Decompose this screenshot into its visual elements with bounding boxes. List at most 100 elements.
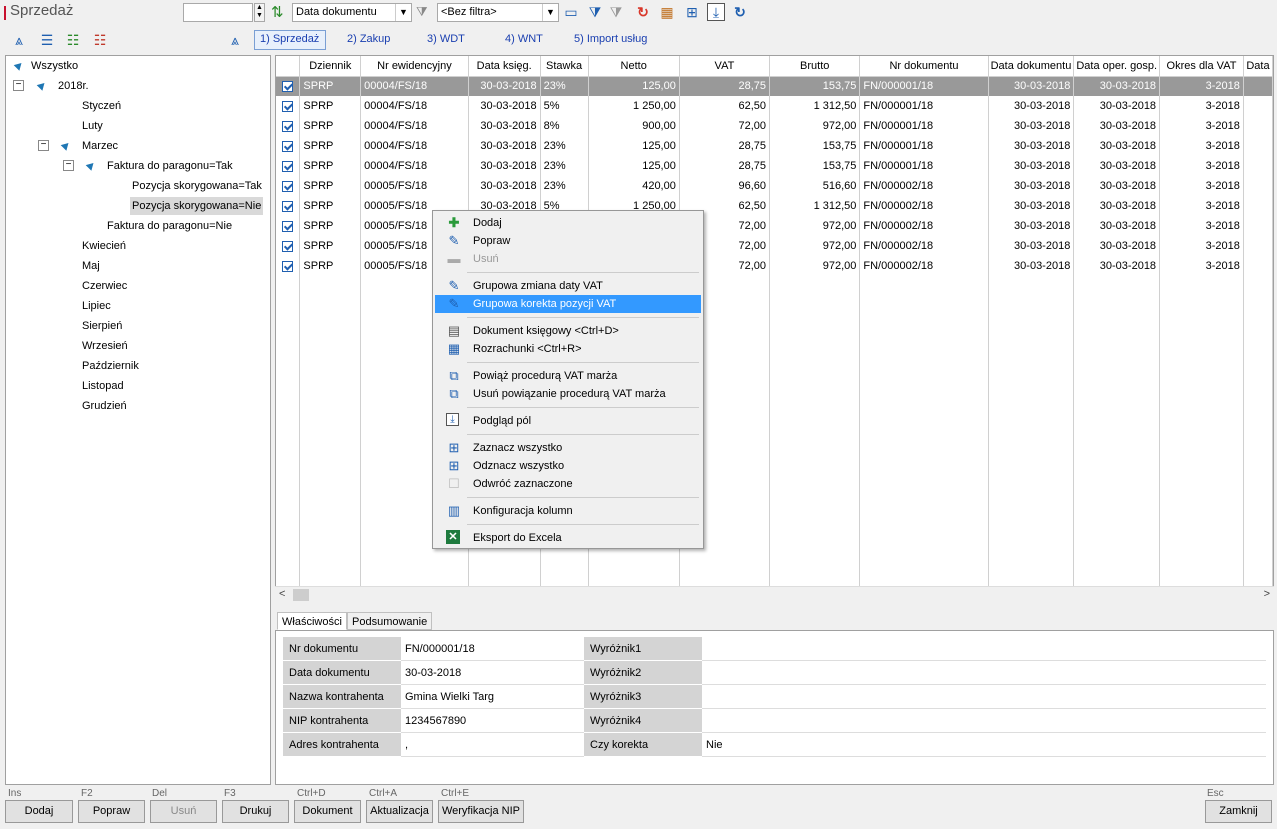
month-icon[interactable]: ⩓ (226, 31, 244, 49)
records-grid[interactable]: Dziennik Nr ewidencyjny Data księg. Stawka N… (275, 55, 1274, 603)
filter-off-icon[interactable]: ⧩ (607, 3, 625, 21)
dodaj-button[interactable]: Dodaj (5, 800, 73, 823)
sort-field-select[interactable]: Data dokumentu ▼ (292, 3, 412, 22)
menu-item-odznacz-wszystko[interactable]: ⊞ Odznacz wszystko (435, 457, 701, 475)
tree-month[interactable]: Maj (82, 257, 100, 275)
tree-node-paragon-tak[interactable]: Faktura do paragonu=Tak (107, 157, 233, 175)
column-header[interactable]: Data dokumentu (988, 56, 1075, 77)
checkbox-checked-icon[interactable] (282, 80, 294, 92)
tree-month[interactable]: Grudzień (82, 397, 127, 415)
tab-wlasciwosci[interactable]: Właściwości (277, 612, 347, 630)
checkbox-checked-icon[interactable] (282, 240, 294, 252)
scroll-thumb[interactable] (293, 589, 309, 601)
zamknij-button[interactable]: Zamknij (1205, 800, 1272, 823)
usun-button[interactable]: Usuń (150, 800, 217, 823)
menu-item-usun[interactable]: ▬ Usuń (435, 250, 701, 268)
menu-item-grupowa-korekta[interactable]: ✎ Grupowa korekta pozycji VAT (435, 295, 701, 313)
tab-import-uslug[interactable]: 5) Import usług (574, 33, 647, 45)
scroll-right-icon[interactable]: > (1264, 588, 1270, 600)
row-checkbox-cell[interactable] (276, 76, 301, 96)
expand-all-icon[interactable]: ☰ (38, 31, 56, 49)
horizontal-scrollbar[interactable]: < > (275, 586, 1274, 603)
row-checkbox-cell[interactable] (276, 96, 301, 116)
row-checkbox-cell[interactable] (276, 196, 301, 216)
tree-month[interactable]: Luty (82, 117, 103, 135)
menu-item-dokument-ksiegowy[interactable]: ▤ Dokument księgowy <Ctrl+D> (435, 322, 701, 340)
field-preview-icon[interactable]: ⤓ (707, 3, 725, 21)
table-row[interactable]: SPRP 00005/FS/18 72,00 972,00 FN/000002/18 30… (276, 256, 1273, 276)
tree-month[interactable]: Kwiecień (82, 237, 126, 255)
collapse-icon[interactable]: − (63, 160, 74, 171)
tree-month[interactable]: Marzec (82, 137, 118, 155)
table-row[interactable]: SPRP 00004/FS/18 30-03-2018 5% 1 250,00 62,50… (276, 96, 1273, 116)
tree-month[interactable]: Czerwiec (82, 277, 127, 295)
tree-month[interactable]: Listopad (82, 377, 124, 395)
row-checkbox-cell[interactable] (276, 216, 301, 236)
checkbox-checked-icon[interactable] (282, 260, 294, 272)
checkbox-checked-icon[interactable] (282, 160, 294, 172)
tree-month[interactable]: Lipiec (82, 297, 111, 315)
collapse-icon[interactable]: − (38, 140, 49, 151)
spinner-button[interactable]: ▲ ▼ (254, 3, 265, 22)
dokument-button[interactable]: Dokument (294, 800, 361, 823)
tab-podsumowanie[interactable]: Podsumowanie (347, 612, 433, 630)
tree-month[interactable]: Październik (82, 357, 139, 375)
menu-item-konfiguracja-kolumn[interactable]: ▥ Konfiguracja kolumn (435, 502, 701, 520)
table-row[interactable]: SPRP 00004/FS/18 30-03-2018 23% 125,00 28,75 1… (276, 136, 1273, 156)
row-checkbox-cell[interactable] (276, 176, 301, 196)
column-header[interactable]: Nr dokumentu (859, 56, 989, 77)
tab-sprzedaz[interactable]: 1) Sprzedaż (260, 33, 319, 45)
table-row[interactable]: SPRP 00005/FS/18 72,00 972,00 FN/000002/18 30… (276, 236, 1273, 256)
checkbox-checked-icon[interactable] (282, 100, 294, 112)
column-header[interactable]: Dziennik (299, 56, 362, 77)
tab-zakup[interactable]: 2) Zakup (347, 33, 390, 45)
checkbox-checked-icon[interactable] (282, 180, 294, 192)
checkbox-checked-icon[interactable] (282, 200, 294, 212)
checkbox-checked-icon[interactable] (282, 140, 294, 152)
column-header[interactable]: Nr ewidencyjny (360, 56, 469, 77)
column-header[interactable]: VAT (679, 56, 771, 77)
tree-add-icon[interactable]: ☷ (64, 31, 82, 49)
tree-node-skorygowana-tak[interactable]: Pozycja skorygowana=Tak (132, 177, 262, 195)
menu-item-grupowa-zmiana-daty[interactable]: ✎ Grupowa zmiana daty VAT (435, 277, 701, 295)
tab-wnt[interactable]: 4) WNT (505, 33, 543, 45)
tree-root[interactable]: Wszystko (31, 57, 78, 75)
scroll-left-icon[interactable]: < (279, 588, 285, 600)
tree-month[interactable]: Styczeń (82, 97, 121, 115)
popraw-button[interactable]: Popraw (78, 800, 145, 823)
row-checkbox-cell[interactable] (276, 236, 301, 256)
menu-item-eksport-excel[interactable]: ✕ Eksport do Excela (435, 529, 701, 547)
table-row[interactable]: SPRP 00004/FS/18 30-03-2018 8% 900,00 72,00 97… (276, 116, 1273, 136)
column-header[interactable]: Netto (588, 56, 680, 77)
menu-item-rozrachunki[interactable]: ▦ Rozrachunki <Ctrl+R> (435, 340, 701, 358)
menu-item-usun-powiazanie[interactable]: ⧉ Usuń powiązanie procedurą VAT marża (435, 385, 701, 403)
menu-item-popraw[interactable]: ✎ Popraw (435, 232, 701, 250)
filter-icon[interactable]: ⧩ (586, 3, 604, 21)
column-header[interactable]: Okres dla VAT (1159, 56, 1244, 77)
tree-remove-icon[interactable]: ☷ (91, 31, 109, 49)
tree-month[interactable]: Wrzesień (82, 337, 128, 355)
drukuj-button[interactable]: Drukuj (222, 800, 289, 823)
row-checkbox-cell[interactable] (276, 256, 301, 276)
row-checkbox-cell[interactable] (276, 156, 301, 176)
reload-icon[interactable]: ↻ (731, 3, 749, 21)
table-row[interactable]: SPRP 00004/FS/18 30-03-2018 23% 125,00 28,75 1… (276, 156, 1273, 176)
menu-item-podglad-pol[interactable]: ⤓ Podgląd pól (435, 412, 701, 430)
aktualizacja-button[interactable]: Aktualizacja (366, 800, 433, 823)
column-header[interactable]: Data księg. (468, 56, 541, 77)
checkbox-header[interactable] (276, 56, 301, 77)
table-row[interactable]: SPRP 00004/FS/18 30-03-2018 23% 125,00 28,75 1… (276, 76, 1273, 96)
checkbox-checked-icon[interactable] (282, 120, 294, 132)
filter-clear-icon[interactable]: ⧩ (416, 4, 428, 20)
weryfikacja-nip-button[interactable]: Weryfikacja NIP (438, 800, 524, 823)
row-checkbox-cell[interactable] (276, 136, 301, 156)
column-header[interactable]: Stawka (540, 56, 589, 77)
sort-direction-icon[interactable]: ⇅ (271, 3, 284, 21)
tree-month[interactable]: Sierpień (82, 317, 122, 335)
column-header[interactable]: Data (1243, 56, 1273, 77)
table-settings-icon[interactable]: ▦ (658, 3, 676, 21)
refresh-icon[interactable]: ↻ (634, 3, 652, 21)
search-input[interactable] (183, 3, 253, 22)
folder-icon[interactable]: ▭ (562, 3, 580, 21)
column-header[interactable]: Brutto (769, 56, 861, 77)
